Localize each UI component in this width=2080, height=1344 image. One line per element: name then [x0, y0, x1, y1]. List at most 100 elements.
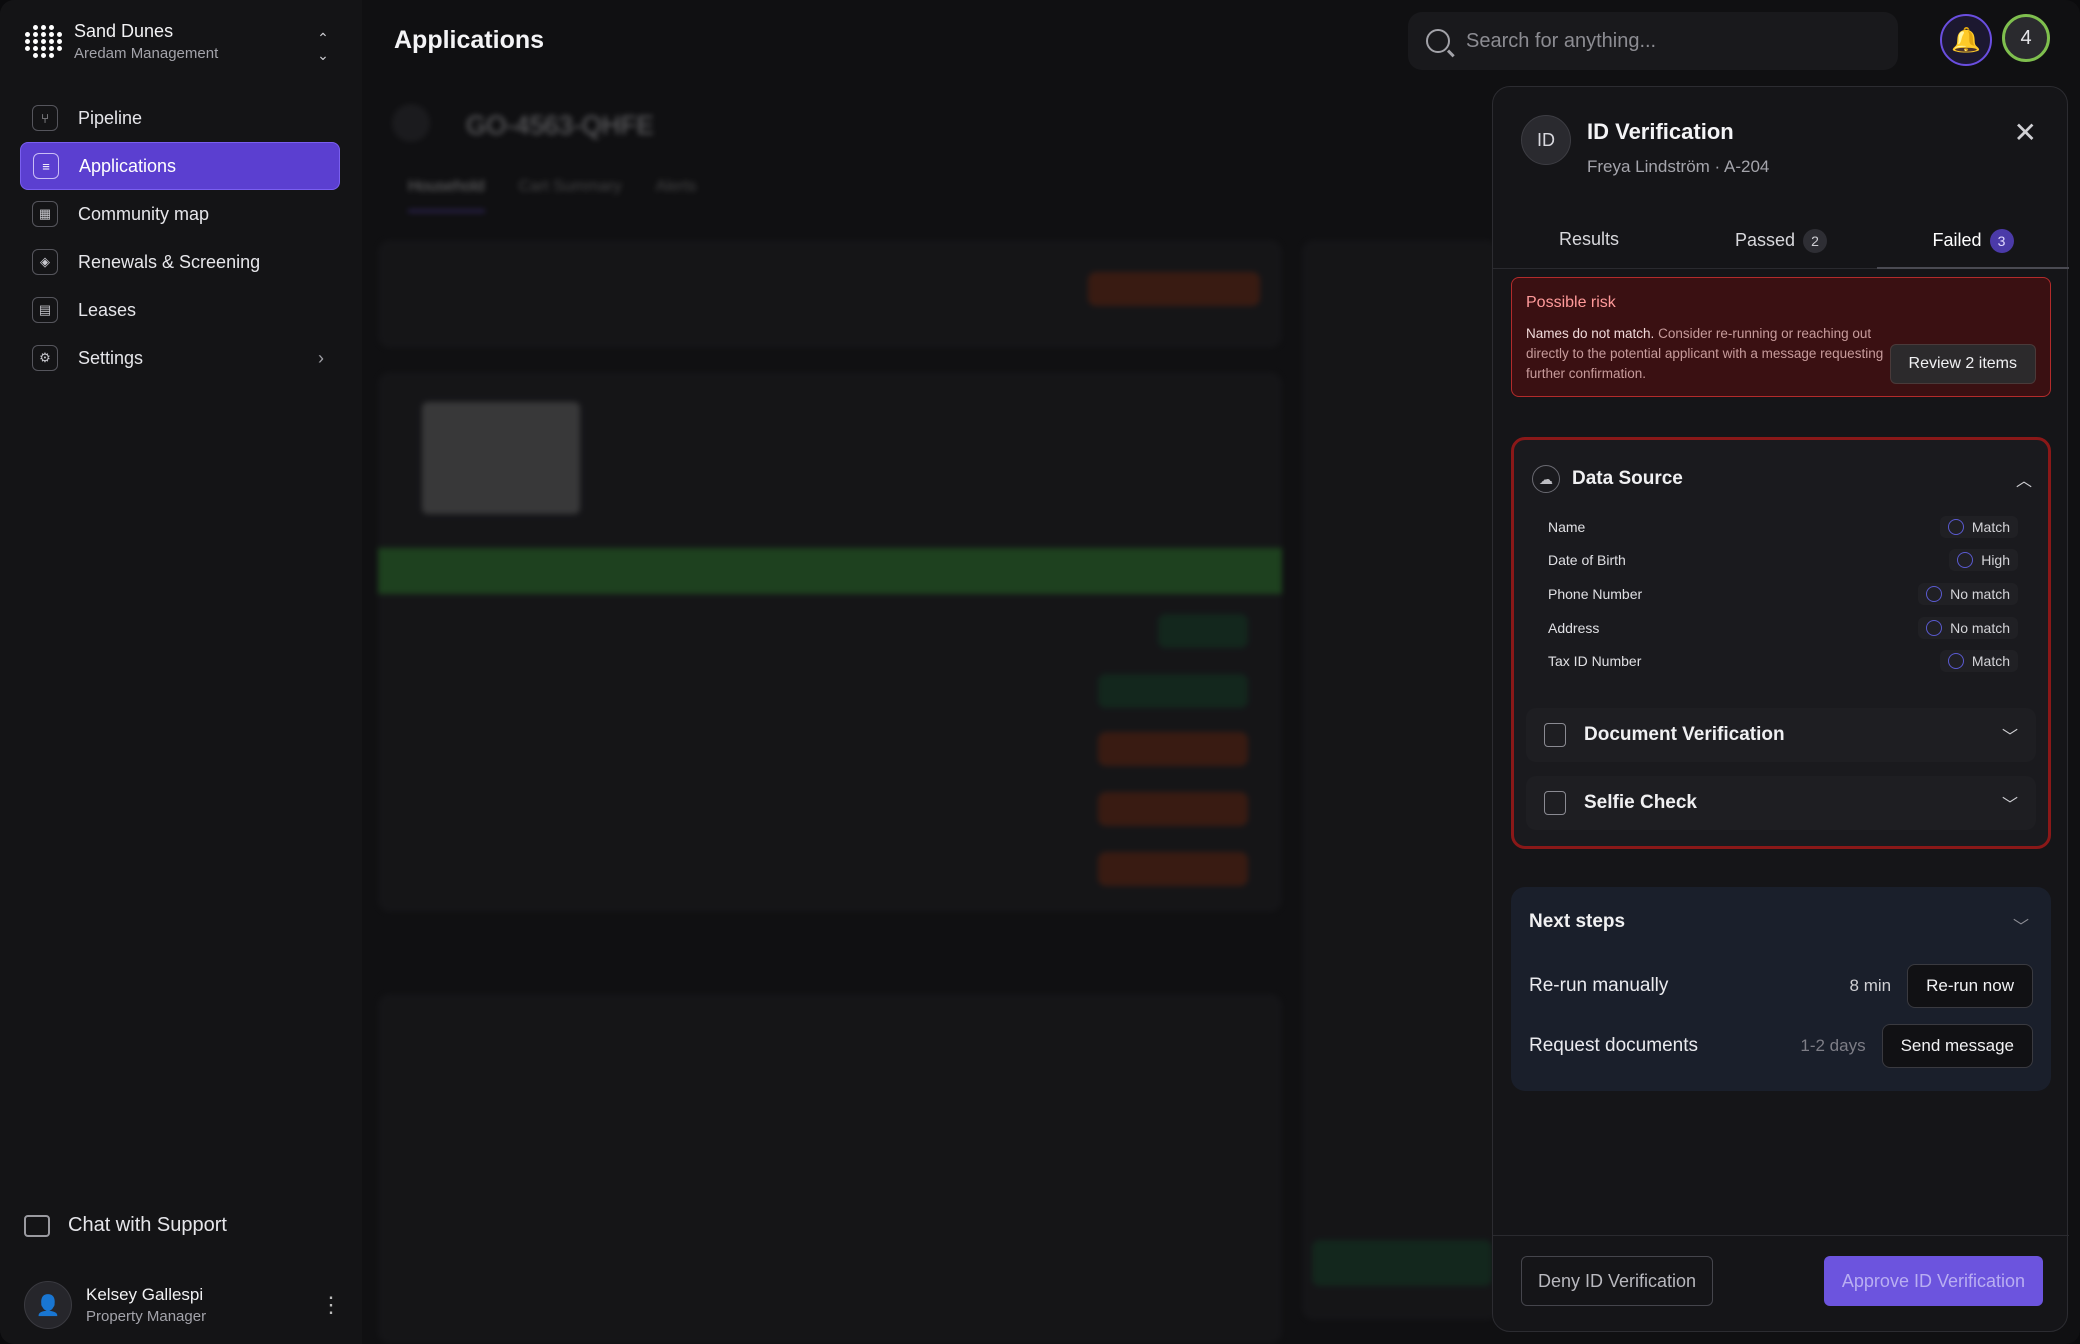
data-source-row: Tax ID Number Match [1548, 644, 2018, 678]
data-source-header[interactable]: ☁ Data Source ︿ [1532, 454, 2032, 504]
avatar: 👤 [24, 1281, 72, 1329]
risk-title: Possible risk [1526, 294, 1616, 311]
field-name: Name [1548, 518, 1586, 535]
tab-label: Results [1558, 229, 1620, 249]
send-message-button[interactable]: Send message [1881, 1024, 2033, 1068]
unit-image [422, 402, 580, 514]
result-label: No match [1950, 585, 2010, 602]
back-button [392, 104, 430, 142]
match-result-tag: No match [1918, 582, 2018, 605]
sidebar-item-renewals-screening[interactable]: ◈ Renewals & Screening [20, 238, 340, 286]
document-icon [1544, 791, 1566, 815]
sidebar-item-leases[interactable]: ▤ Leases [20, 286, 340, 334]
match-result-tag: Match [1939, 515, 2018, 538]
close-icon[interactable]: ✕ [2014, 119, 2037, 147]
panel-tabs: Results Passed 2 Failed 3 [1493, 219, 2069, 269]
deny-verification-button[interactable]: Deny ID Verification [1521, 1256, 1714, 1306]
tab-count-badge: 2 [1803, 229, 1828, 253]
recommendation-bar [378, 548, 1282, 594]
search-bar[interactable] [1408, 12, 1898, 70]
sidebar-item-label: Community map [78, 203, 210, 224]
field-name: Address [1548, 619, 1600, 636]
panel-header: ID ID Verification Freya Lindström · A-2… [1521, 115, 2041, 185]
approve-verification-button[interactable]: Approve ID Verification [1823, 1256, 2043, 1306]
applicant-card [378, 994, 1282, 1344]
chevron-down-icon: ﹀ [2001, 797, 2018, 814]
list-icon: ≡ [33, 153, 59, 179]
sidebar-item-settings[interactable]: ⚙ Settings › [20, 334, 340, 382]
result-label: Match [1971, 653, 2010, 670]
cloud-icon: ☁ [1532, 465, 1560, 493]
page-title: Applications [394, 26, 545, 54]
data-source-row: Name Match [1548, 510, 2018, 544]
needs-review-pill [1098, 792, 1248, 826]
needs-review-pill [1098, 852, 1248, 886]
tab-passed[interactable]: Passed 2 [1685, 219, 1877, 268]
tab-household: Household [408, 178, 485, 212]
risk-signals-card [1302, 240, 1498, 1320]
tab-label: Passed [1734, 230, 1796, 250]
next-step-request-documents: Request documents 1-2 days Send message [1529, 1023, 2033, 1069]
action-required-card [378, 240, 1282, 348]
id-badge: ID [1521, 115, 1571, 165]
chevron-down-icon[interactable]: ﹀ [2013, 913, 2029, 937]
result-label: Match [1971, 518, 2010, 535]
id-verification-panel: ID ID Verification Freya Lindström · A-2… [1492, 86, 2069, 1333]
panel-subtitle: Freya Lindström · A-204 [1587, 157, 1770, 176]
score-pill [1158, 614, 1248, 648]
clock-icon [1957, 552, 1974, 569]
clock-icon [1926, 585, 1943, 602]
rerun-now-button[interactable]: Re-run now [1907, 964, 2033, 1008]
failed-checks-group: ☁ Data Source ︿ Name Match Date of Birth… [1511, 437, 2051, 849]
result-label: No match [1950, 619, 2010, 636]
risk-lead: Names do not match. [1526, 326, 1655, 341]
building-icon: ▦ [32, 201, 58, 227]
data-source-row: Date of Birth High [1548, 544, 2018, 578]
review-items-button[interactable]: Review 2 items [1889, 344, 2036, 384]
sidebar-item-applications[interactable]: ≡ Applications [20, 142, 340, 190]
data-source-row: Address No match [1548, 611, 2018, 645]
search-input[interactable] [1466, 29, 1846, 53]
field-name: Date of Birth [1548, 552, 1626, 569]
selfie-check-section[interactable]: Selfie Check ﹀ [1526, 776, 2036, 830]
workspace-org: Aredam Management [74, 44, 219, 62]
data-source-title: Data Source [1572, 468, 1683, 489]
sidebar-item-label: Renewals & Screening [78, 251, 261, 272]
next-steps-title: Next steps [1529, 911, 1626, 932]
document-icon [1544, 723, 1566, 747]
risk-description: Names do not match. Consider re-running … [1526, 324, 1906, 384]
data-source-rows: Name Match Date of Birth High Phone Numb… [1548, 510, 2018, 678]
data-source-row: Phone Number No match [1548, 577, 2018, 611]
application-tabs: Household Cart Summary Alerts [408, 178, 697, 212]
tab-failed[interactable]: Failed 3 [1877, 219, 2069, 269]
user-profile[interactable]: 👤 Kelsey Gallespi Property Manager ⋮ [24, 1280, 342, 1330]
tab-alerts: Alerts [655, 178, 697, 195]
chevron-down-icon: ﹀ [2001, 729, 2018, 746]
workspace-switcher[interactable]: Sand Dunes Aredam Management ⌃ ⌄ [24, 16, 334, 66]
tab-count-badge: 3 [1989, 229, 2014, 253]
sidebar-item-label: Leases [78, 299, 137, 320]
result-label: High [1981, 552, 2010, 569]
sidebar: Sand Dunes Aredam Management ⌃ ⌄ ⑂ Pipeli… [0, 0, 362, 1344]
sidebar-item-community-map[interactable]: ▦ Community map [20, 190, 340, 238]
tab-results[interactable]: Results [1493, 219, 1685, 268]
field-name: Tax ID Number [1548, 653, 1642, 670]
match-result-tag: High [1949, 549, 2018, 572]
chevron-up-down-icon: ⌃ ⌄ [317, 30, 329, 63]
time-pill [1098, 674, 1248, 708]
document-verification-section[interactable]: Document Verification ﹀ [1526, 708, 2036, 762]
user-name: Kelsey Gallespi [86, 1285, 204, 1304]
notification-count-badge[interactable]: 4 [2002, 14, 2050, 62]
sidebar-item-pipeline[interactable]: ⑂ Pipeline [20, 94, 340, 142]
tab-label: Failed [1932, 230, 1982, 250]
chat-support-link[interactable]: Chat with Support [24, 1214, 227, 1237]
notification-bell-icon[interactable]: 🔔 [1940, 14, 1992, 66]
step-time: 1-2 days [1800, 1036, 1866, 1055]
possible-risk-alert: Possible risk Names do not match. Consid… [1511, 277, 2051, 397]
sidebar-nav: ⑂ Pipeline ≡ Applications ▦ Community ma… [20, 94, 340, 382]
next-steps-card: Next steps ﹀ Re-run manually 8 min Re-ru… [1511, 887, 2051, 1091]
panel-footer: Deny ID Verification Approve ID Verifica… [1493, 1235, 2069, 1333]
section-title: Document Verification [1584, 724, 1785, 745]
more-vertical-icon[interactable]: ⋮ [320, 1292, 342, 1318]
sidebar-item-label: Settings [78, 347, 144, 368]
